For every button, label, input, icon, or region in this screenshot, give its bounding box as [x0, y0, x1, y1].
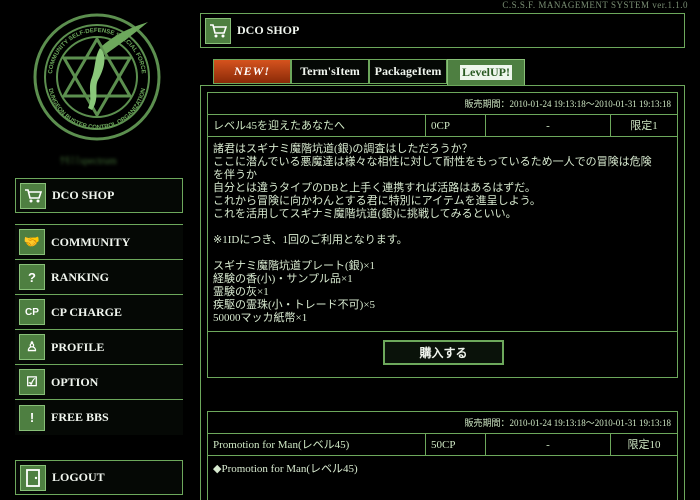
sidebar-item-profile[interactable]: ♙ PROFILE [15, 330, 183, 365]
handshake-icon: 🤝 [19, 229, 45, 255]
desc-line: これから冒険に向かわんとする君に特別にアイテムを進呈しよう。 [213, 195, 541, 207]
tab-package-item[interactable]: PackageItem [369, 59, 447, 84]
item-name: Promotion for Man(レベル45) [208, 434, 426, 455]
item-limit: 限定1 [630, 120, 658, 132]
item-description: 諸君はスギナミ魔階坑道(銀)の調査はしただろうか？ ここに潜んでいる悪魔達は様々… [208, 137, 677, 331]
sale-period: 販売期間：2010-01-24 19:13:18～2010-01-31 19:1… [208, 93, 677, 115]
tab-label: PackageItem [374, 64, 442, 78]
shop-content: 販売期間：2010-01-24 19:13:18～2010-01-31 19:1… [200, 85, 685, 500]
item-price: 50CP [426, 434, 486, 455]
buy-button[interactable]: 購入する [383, 340, 504, 365]
sidebar-item-ranking[interactable]: ? RANKING [15, 260, 183, 295]
sidebar-item-label: COMMUNITY [51, 234, 131, 249]
cp-icon: CP [19, 299, 45, 325]
shopping-cart-icon [20, 182, 46, 209]
person-icon: ♙ [19, 334, 45, 360]
buy-area: 購入する [208, 331, 677, 377]
sidebar-item-cp-charge[interactable]: CP CP CHARGE [15, 295, 183, 330]
tab-label: LevelUP! [460, 65, 512, 80]
page-title: DCO SHOP [237, 23, 300, 37]
tab-terms-item[interactable]: Term'sItem [291, 59, 369, 84]
item-price: 0CP [426, 115, 486, 136]
sidebar-item-free-bbs[interactable]: ! FREE BBS [15, 400, 183, 435]
sidebar-menu-group: 🤝 COMMUNITY ? RANKING CP CP CHARGE ♙ PRO… [15, 224, 183, 435]
desc-line: 50000マッカ紙幣×1 [213, 312, 308, 324]
item-name: レベル45を迎えたあなたへ [208, 115, 426, 136]
tab-label: NEW! [233, 64, 270, 78]
shop-item: 販売期間：2010-01-24 19:13:18～2010-01-31 19:1… [207, 92, 678, 378]
shop-tabs: NEW! Term'sItem PackageItem LevelUP! [200, 57, 685, 86]
shop-item: 販売期間：2010-01-24 19:13:18～2010-01-31 19:1… [207, 411, 678, 500]
sidebar-item-community[interactable]: 🤝 COMMUNITY [15, 225, 183, 260]
sidebar-item-label: LOGOUT [52, 470, 105, 484]
shopping-cart-icon [205, 17, 231, 44]
sidebar-item-label: FREE BBS [51, 410, 109, 424]
system-version-label: C.S.S.F. MANAGEMENT SYSTEM ver.1.1.0 [502, 0, 688, 10]
sidebar-item-label: RANKING [51, 269, 110, 284]
user-name: ｹﾓﾐﾐspectrum [60, 156, 117, 166]
item-info-row: レベル45を迎えたあなたへ 0CP - 限定1 [208, 115, 677, 137]
exclamation-icon: ! [19, 404, 45, 431]
sidebar-item-dco-shop[interactable]: DCO SHOP [15, 178, 183, 213]
tab-label: Term'sItem [300, 64, 360, 78]
sale-period: 販売期間：2010-01-24 19:13:18～2010-01-31 19:1… [208, 412, 677, 434]
item-limit: 限定10 [627, 439, 661, 451]
desc-line: 自分とは違うタイプのDBと上手く連携すれば活路はあるはずだ。 [213, 182, 536, 194]
sidebar-item-logout[interactable]: LOGOUT [15, 460, 183, 495]
desc-line: 疾駆の霊珠(小・トレード不可)×5 [213, 299, 376, 311]
sidebar-item-option[interactable]: ☑ OPTION [15, 365, 183, 400]
desc-line: これを活用してスギナミ魔階坑道(銀)に挑戦してみるといい。 [213, 208, 517, 220]
item-stock: - [486, 434, 611, 455]
desc-line: 霊験の灰×1 [213, 286, 269, 298]
page-header: DCO SHOP [200, 13, 685, 48]
sidebar: COMMUNITY SELF-DEFENSE SPECIAL FORCE DUN… [0, 0, 195, 500]
item-stock: - [486, 115, 611, 136]
item-info-row: Promotion for Man(レベル45) 50CP - 限定10 [208, 434, 677, 456]
question-icon: ? [19, 264, 45, 290]
sidebar-item-label: CP CHARGE [51, 304, 123, 319]
desc-line: を伴うか [213, 169, 257, 181]
desc-line: ここに潜んでいる悪魔達は様々な相性に対して耐性をもっているため一人での冒険は危険 [213, 156, 652, 168]
tab-new[interactable]: NEW! [213, 59, 291, 84]
desc-line: ※1IDにつき、1回のご利用となります。 [213, 234, 408, 246]
checkbox-icon: ☑ [19, 369, 45, 395]
sidebar-item-label: DCO SHOP [52, 188, 115, 202]
organization-emblem: COMMUNITY SELF-DEFENSE SPECIAL FORCE DUN… [33, 13, 161, 141]
item-promo-line: ◆Promotion for Man(レベル45) [213, 463, 358, 475]
sidebar-item-label: OPTION [51, 374, 99, 389]
sidebar-item-label: PROFILE [51, 339, 105, 354]
tab-level-up[interactable]: LevelUP! [447, 59, 525, 86]
desc-line: 諸君はスギナミ魔階坑道(銀)の調査はしただろうか？ [213, 143, 473, 155]
door-icon [20, 464, 46, 491]
desc-line: スギナミ魔階坑道プレート(銀)×1 [213, 260, 376, 272]
desc-line: 経験の香(小)・サンプル品×1 [213, 273, 353, 285]
